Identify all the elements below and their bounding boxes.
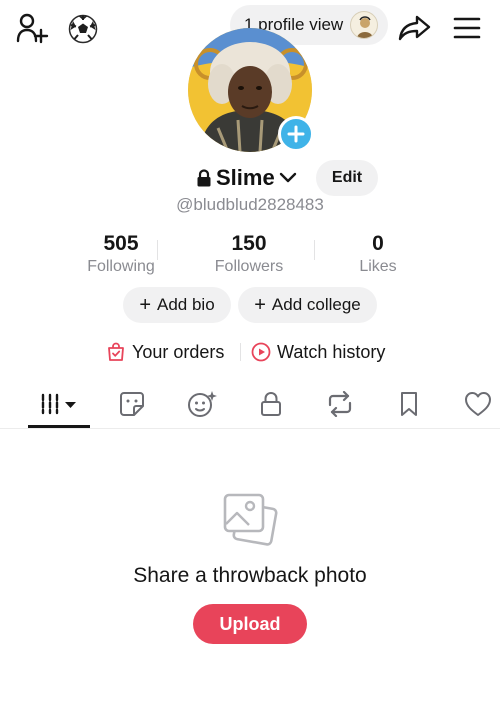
bookmark-icon (401, 392, 417, 416)
tab-favorites[interactable] (390, 382, 428, 426)
heart-icon (465, 392, 491, 416)
tab-reposts[interactable] (320, 382, 360, 426)
sticker-icon (120, 392, 144, 416)
stat-likes[interactable]: 0 Likes (318, 233, 438, 276)
soccer-ball-button[interactable] (66, 12, 100, 46)
edit-profile-button[interactable]: Edit (316, 160, 378, 196)
watch-history-link[interactable]: Watch history (251, 338, 385, 366)
add-college-label: Add college (271, 295, 361, 314)
watch-history-label: Watch history (277, 341, 386, 362)
username-handle: @bludblud2828483 (176, 195, 324, 214)
stat-divider (314, 240, 315, 260)
shopping-bag-icon (108, 342, 124, 361)
link-divider (240, 343, 241, 361)
stat-label: Followers (214, 258, 284, 275)
your-orders-label: Your orders (132, 341, 225, 362)
add-friend-button[interactable] (14, 10, 52, 46)
add-college-button[interactable]: + Add college (238, 287, 377, 323)
stat-value: 0 (372, 232, 384, 255)
plus-icon: + (254, 293, 266, 316)
plus-icon (287, 125, 305, 143)
photos-icon (222, 492, 278, 548)
sparkle-face-icon (188, 391, 217, 417)
stat-value: 150 (231, 232, 267, 255)
chevron-down-icon (279, 172, 296, 183)
viewer-avatar (350, 11, 378, 39)
soccer-ball-icon (68, 14, 98, 44)
tab-liked[interactable] (458, 382, 498, 426)
display-name: Slime (216, 165, 275, 190)
add-person-icon (16, 13, 49, 44)
active-tab-indicator (28, 425, 90, 428)
add-bio-label: Add bio (157, 295, 215, 314)
plus-icon: + (139, 293, 151, 316)
upload-button[interactable]: Upload (193, 604, 307, 644)
add-bio-button[interactable]: + Add bio (123, 287, 231, 323)
menu-button[interactable] (448, 10, 486, 46)
stat-label: Likes (359, 258, 397, 275)
add-avatar-button[interactable] (278, 116, 314, 152)
your-orders-link[interactable]: Your orders (106, 338, 224, 366)
play-circle-icon (251, 342, 271, 362)
hamburger-menu-icon (453, 17, 481, 39)
stat-followers[interactable]: 150 Followers (189, 233, 309, 276)
empty-state-title: Share a throwback photo (133, 564, 367, 587)
tab-videos[interactable] (28, 382, 90, 426)
lock-icon (197, 169, 211, 187)
stat-label: Following (87, 258, 155, 275)
stat-value: 505 (103, 232, 139, 255)
grid-icon (41, 393, 76, 415)
stat-divider (157, 240, 158, 260)
lock-icon (261, 391, 281, 416)
tab-stickers[interactable] (112, 382, 152, 426)
share-button[interactable] (396, 10, 434, 46)
repost-icon (328, 391, 352, 417)
stat-following[interactable]: 505 Following (61, 233, 181, 276)
share-arrow-icon (398, 15, 431, 41)
account-switcher[interactable]: Slime (196, 162, 297, 194)
tab-ai-self[interactable] (181, 382, 223, 426)
tab-private[interactable] (252, 382, 290, 426)
